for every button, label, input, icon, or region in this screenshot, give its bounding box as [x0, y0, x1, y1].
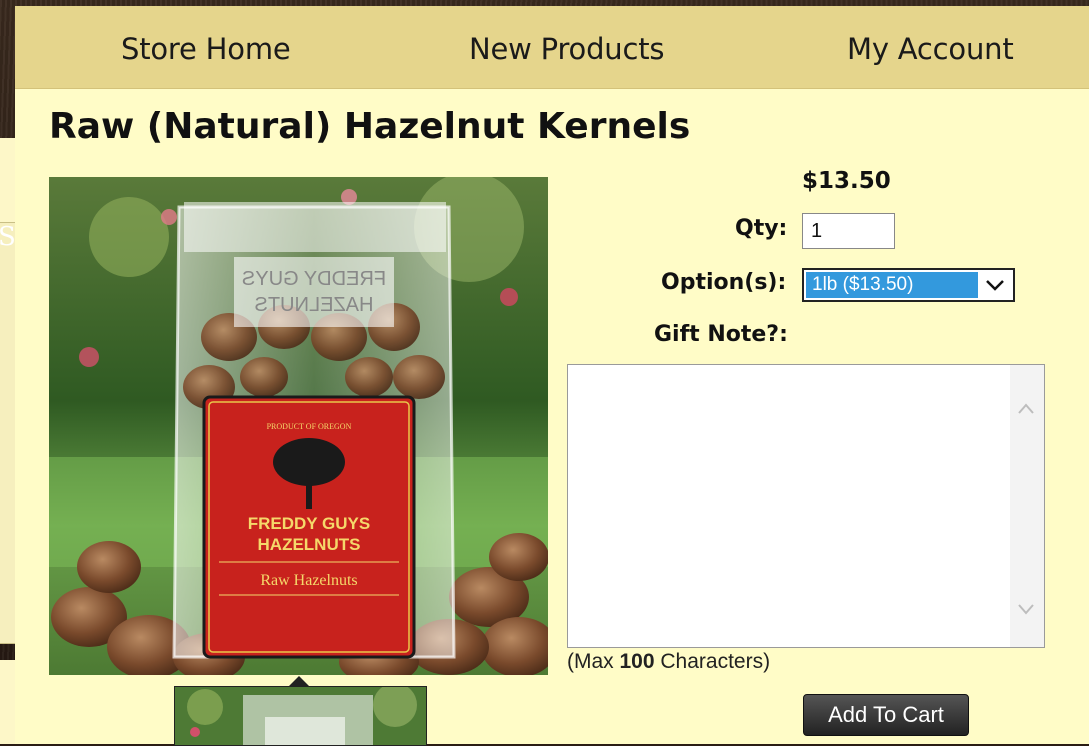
nav-my-account[interactable]: My Account [847, 32, 1014, 66]
gift-note-textarea[interactable] [567, 364, 1045, 648]
nav-store-home[interactable]: Store Home [121, 32, 291, 66]
product-thumbnail[interactable] [174, 686, 427, 746]
qty-input[interactable] [802, 213, 895, 249]
gift-note-scrollbar[interactable] [1010, 365, 1044, 647]
options-selected-value: 1lb ($13.50) [806, 272, 978, 298]
options-label: Option(s): [661, 270, 787, 295]
max-characters-note: (Max 100 Characters) [567, 650, 770, 674]
page-title: Raw (Natural) Hazelnut Kernels [49, 106, 691, 147]
product-page: Store Home New Products My Account Raw (… [15, 6, 1089, 746]
add-to-cart-button[interactable]: Add To Cart [803, 694, 969, 736]
qty-label: Qty: [735, 216, 788, 241]
bag-print-1: FREDDY GUYS [242, 268, 386, 290]
max-prefix: (Max [567, 650, 620, 673]
label-variety: Raw Hazelnuts [260, 572, 357, 589]
chevron-down-icon [986, 280, 1004, 291]
max-suffix: Characters) [654, 650, 771, 673]
sidebar-partial-text: S [0, 222, 16, 252]
label-brand-2: HAZELNUTS [258, 535, 361, 554]
scroll-down-icon[interactable] [1016, 601, 1036, 617]
product-image[interactable]: FREDDY GUYS HAZELNUTS PRODUCT OF OREGON … [49, 177, 548, 675]
options-select[interactable]: 1lb ($13.50) [802, 268, 1015, 302]
scroll-up-icon[interactable] [1016, 401, 1036, 417]
gift-note-label: Gift Note?: [654, 322, 788, 347]
product-price: $13.50 [802, 168, 891, 194]
max-count: 100 [619, 650, 655, 673]
bag-print-2: HAZELNUTS [255, 294, 374, 316]
top-nav: Store Home New Products My Account [15, 6, 1089, 89]
label-brand-1: FREDDY GUYS [248, 514, 371, 533]
label-origin: PRODUCT OF OREGON [267, 422, 352, 431]
nav-new-products[interactable]: New Products [469, 32, 664, 66]
